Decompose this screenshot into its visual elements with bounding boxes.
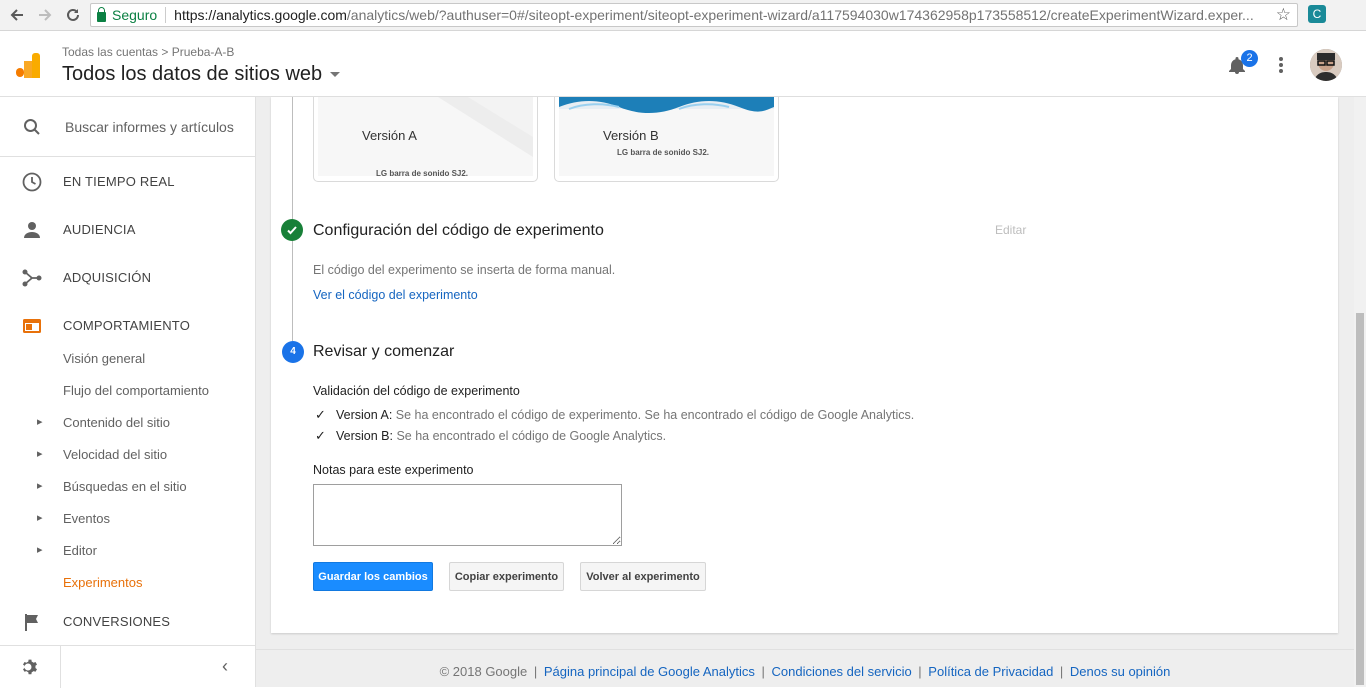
variant-a-preview: Versión A LG barra de sonido SJ2. xyxy=(313,97,538,182)
search-icon xyxy=(24,119,40,135)
admin-button[interactable] xyxy=(0,646,61,688)
lock-icon xyxy=(97,6,106,22)
person-icon xyxy=(24,222,40,238)
sidebar-item-label: CONVERSIONES xyxy=(63,614,171,629)
variant-b-subtitle: LG barra de sonido SJ2. xyxy=(617,148,710,157)
copy-experiment-button[interactable]: Copiar experimento xyxy=(449,562,564,591)
browser-toolbar: Seguro https://analytics.google.com/anal… xyxy=(0,0,1366,31)
save-changes-button[interactable]: Guardar los cambios xyxy=(313,562,433,591)
sidebar-subitem-site-content[interactable]: Contenido del sitio xyxy=(37,415,170,430)
notes-label: Notas para este experimento xyxy=(313,463,474,477)
sidebar-item-label: AUDIENCIA xyxy=(63,222,136,237)
variant-b-background xyxy=(559,97,774,176)
copyright: © 2018 Google xyxy=(439,664,528,679)
back-to-experiment-button[interactable]: Volver al experimento xyxy=(580,562,706,591)
behavior-icon xyxy=(23,319,41,333)
sidebar-item-acquisition[interactable]: ADQUISICIÓN xyxy=(0,254,255,302)
breadcrumb[interactable]: Todas las cuentas > Prueba-A-B xyxy=(62,45,234,59)
edit-link[interactable]: Editar xyxy=(995,223,1026,237)
page-footer: © 2018 Google | Página principal de Goog… xyxy=(256,649,1354,687)
sidebar-search[interactable]: Buscar informes y artículos xyxy=(0,97,255,157)
property-selector[interactable]: Todos los datos de sitios web xyxy=(62,63,341,86)
step-review-title: Revisar y comenzar xyxy=(313,343,455,360)
variant-a-screenshot xyxy=(318,97,533,176)
footer-link-privacy[interactable]: Política de Privacidad xyxy=(928,664,1053,679)
sidebar-subitem-site-search[interactable]: Búsquedas en el sitio xyxy=(37,479,187,494)
sidebar-subitem-behavior-flow[interactable]: Flujo del comportamiento xyxy=(63,383,209,398)
variant-b-screenshot xyxy=(559,97,774,176)
collapse-sidebar-icon[interactable]: ‹ xyxy=(222,656,228,677)
code-setup-description: El código del experimento se inserta de … xyxy=(313,263,616,277)
validation-message: Se ha encontrado el código de Google Ana… xyxy=(396,429,667,443)
validation-version: Version A: xyxy=(336,408,393,422)
flag-icon xyxy=(25,614,38,631)
logo-bar-2 xyxy=(24,61,32,78)
sidebar-footer: ‹ xyxy=(0,645,255,688)
logo-bar-3 xyxy=(32,53,40,78)
page-scrollbar[interactable] xyxy=(1354,97,1366,687)
sidebar-item-label: COMPORTAMIENTO xyxy=(63,318,191,333)
step-complete-check-icon xyxy=(281,219,303,241)
sidebar-item-realtime[interactable]: EN TIEMPO REAL xyxy=(0,158,255,206)
reload-icon[interactable] xyxy=(60,2,86,28)
variant-a-subtitle: LG barra de sonido SJ2. xyxy=(376,169,469,178)
sidebar-subitem-site-speed[interactable]: Velocidad del sitio xyxy=(37,447,167,462)
more-vert-icon[interactable] xyxy=(1276,55,1286,75)
notification-badge: 2 xyxy=(1241,50,1258,67)
sidebar-item-label: ADQUISICIÓN xyxy=(63,270,152,285)
logo-bar-1 xyxy=(16,68,24,77)
app-header: Todas las cuentas > Prueba-A-B Todos los… xyxy=(0,31,1366,97)
sidebar-item-conversions[interactable]: CONVERSIONES xyxy=(0,598,255,646)
url-path: /analytics/web/?authuser=0#/siteopt-expe… xyxy=(346,7,1254,23)
main-content: Versión A LG barra de sonido SJ2. Versió… xyxy=(256,97,1354,687)
search-placeholder: Buscar informes y artículos xyxy=(65,119,234,135)
step-number-badge: 4 xyxy=(282,341,304,363)
back-icon[interactable] xyxy=(4,2,30,28)
sidebar: Buscar informes y artículos EN TIEMPO RE… xyxy=(0,97,256,688)
gear-icon xyxy=(23,659,37,675)
validation-message: Se ha encontrado el código de experiment… xyxy=(395,408,915,422)
footer-link-feedback[interactable]: Denos su opinión xyxy=(1070,664,1170,679)
sidebar-item-audience[interactable]: AUDIENCIA xyxy=(0,206,255,254)
clock-icon xyxy=(22,172,42,192)
sidebar-item-label: EN TIEMPO REAL xyxy=(63,174,175,189)
variant-b-preview: Versión B LG barra de sonido SJ2. xyxy=(554,97,779,182)
view-experiment-code-link[interactable]: Ver el código del experimento xyxy=(313,288,478,302)
caret-down-icon xyxy=(330,72,341,78)
variant-a-background xyxy=(318,97,533,176)
footer-link-analytics-home[interactable]: Página principal de Google Analytics xyxy=(544,664,755,679)
check-icon: ✓ xyxy=(315,428,326,443)
notes-textarea[interactable] xyxy=(313,484,622,546)
secure-label: Seguro xyxy=(112,7,158,23)
variant-b-title: Versión B xyxy=(603,128,659,143)
sidebar-subitem-events[interactable]: Eventos xyxy=(37,511,110,526)
step-code-setup-title: Configuración del código de experimento xyxy=(313,222,604,239)
check-icon: ✓ xyxy=(315,407,326,422)
variant-a-title: Versión A xyxy=(362,128,417,143)
url-text: https://analytics.google.com/analytics/w… xyxy=(174,7,1254,23)
omnibox-separator xyxy=(165,7,167,23)
property-title: Todos los datos de sitios web xyxy=(62,63,323,85)
experiment-wizard-card: Versión A LG barra de sonido SJ2. Versió… xyxy=(271,97,1338,633)
sidebar-subitem-overview[interactable]: Visión general xyxy=(63,351,145,366)
url-domain: https://analytics.google.com xyxy=(174,7,347,23)
validation-version: Version B: xyxy=(336,429,393,443)
bookmark-star-icon[interactable]: ☆ xyxy=(1276,5,1291,25)
sidebar-item-behavior[interactable]: COMPORTAMIENTO xyxy=(0,302,255,350)
scrollbar-thumb[interactable] xyxy=(1356,313,1364,685)
validation-row-a: ✓ Version A: Se ha encontrado el código d… xyxy=(315,407,914,423)
extension-icon[interactable]: C xyxy=(1308,5,1326,23)
forward-icon[interactable] xyxy=(32,2,58,28)
sidebar-subitem-experiments[interactable]: Experimentos xyxy=(63,575,142,590)
validation-heading: Validación del código de experimento xyxy=(313,384,520,398)
footer-link-terms[interactable]: Condiciones del servicio xyxy=(772,664,912,679)
analytics-logo[interactable] xyxy=(16,53,41,78)
avatar[interactable] xyxy=(1310,49,1342,81)
acquisition-icon xyxy=(22,269,42,287)
sidebar-subitem-publisher[interactable]: Editor xyxy=(37,543,97,558)
validation-row-b: ✓ Version B: Se ha encontrado el código d… xyxy=(315,428,666,444)
address-bar[interactable]: Seguro https://analytics.google.com/anal… xyxy=(90,3,1298,27)
